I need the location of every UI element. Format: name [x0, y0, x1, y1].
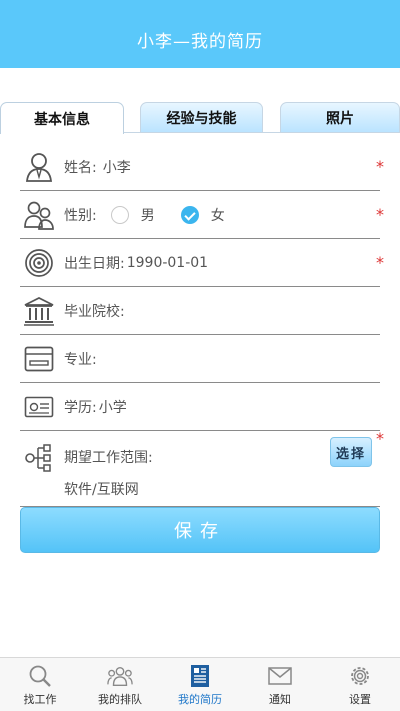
nav-find-job[interactable]: 找工作 — [0, 658, 80, 711]
bottom-nav: 找工作 我的排队 我的简历 通知 设置 — [0, 657, 400, 711]
name-value[interactable]: 小李 — [103, 157, 131, 177]
school-building-icon — [22, 294, 56, 328]
page-title: 小李—我的简历 — [137, 31, 263, 52]
nav-find-job-label: 找工作 — [23, 693, 57, 706]
gender-male-option[interactable]: 男 — [110, 205, 155, 225]
hierarchy-icon — [22, 441, 56, 475]
tab-photo[interactable]: 照片 — [280, 102, 400, 133]
nav-settings[interactable]: 设置 — [320, 658, 400, 711]
nav-my-resume-label: 我的简历 — [178, 693, 222, 706]
name-row[interactable]: 姓名: 小李 * — [20, 143, 384, 191]
save-button[interactable]: 保存 — [20, 507, 380, 553]
female-radio-checked[interactable] — [180, 205, 199, 224]
envelope-icon — [267, 664, 293, 688]
basic-info-form: 姓名: 小李 * 性别: 男 女 * 出生日期: 1990-01-01 * 毕业… — [20, 143, 384, 507]
nav-my-queue[interactable]: 我的排队 — [80, 658, 160, 711]
required-mark: * — [376, 205, 384, 224]
couple-icon — [22, 198, 56, 232]
male-radio[interactable] — [110, 205, 129, 224]
school-label: 毕业院校: — [64, 303, 125, 320]
gender-female-option[interactable]: 女 — [180, 205, 225, 225]
nav-my-queue-label: 我的排队 — [98, 693, 142, 706]
job-scope-label: 期望工作范围: — [64, 450, 153, 466]
birthday-label: 出生日期: — [64, 255, 125, 272]
tab-basic-info[interactable]: 基本信息 — [0, 102, 124, 134]
birthday-row[interactable]: 出生日期: 1990-01-01 * — [20, 239, 384, 287]
job-scope-row: 期望工作范围: 软件/互联网 选择 * — [20, 429, 384, 507]
education-value[interactable]: 小学 — [99, 397, 127, 417]
gender-label: 性别: — [64, 207, 97, 224]
certificate-icon — [22, 390, 56, 424]
name-label: 姓名: — [64, 159, 97, 176]
nav-settings-label: 设置 — [349, 693, 371, 706]
birthday-value[interactable]: 1990-01-01 — [127, 255, 208, 271]
select-button[interactable]: 选择 — [330, 437, 372, 467]
nav-notifications[interactable]: 通知 — [240, 658, 320, 711]
female-label: 女 — [210, 207, 225, 224]
tab-experience-skills[interactable]: 经验与技能 — [140, 102, 263, 133]
nav-my-resume[interactable]: 我的简历 — [160, 658, 240, 711]
required-mark: * — [376, 429, 384, 448]
education-label: 学历: — [64, 399, 97, 416]
target-icon — [22, 246, 56, 280]
gender-row: 性别: 男 女 * — [20, 191, 384, 239]
nav-notifications-label: 通知 — [269, 693, 291, 706]
resume-screen: 小李—我的简历 基本信息 经验与技能 照片 姓名: 小李 * 性别: 男 女 *… — [0, 0, 400, 711]
tab-divider — [124, 132, 400, 133]
education-row[interactable]: 学历: 小学 — [20, 383, 380, 431]
card-icon — [22, 342, 56, 376]
required-mark: * — [376, 253, 384, 272]
male-label: 男 — [140, 207, 155, 224]
header-bar: 小李—我的简历 — [0, 0, 400, 68]
gear-icon — [347, 664, 373, 688]
people-icon — [107, 664, 133, 688]
search-icon — [27, 664, 53, 688]
job-scope-value: 软件/互联网 — [64, 482, 139, 498]
required-mark: * — [376, 157, 384, 176]
school-row[interactable]: 毕业院校: — [20, 287, 380, 335]
tab-bar: 基本信息 经验与技能 照片 — [0, 102, 400, 134]
resume-icon — [187, 664, 213, 688]
major-label: 专业: — [64, 351, 97, 368]
major-row[interactable]: 专业: — [20, 335, 380, 383]
person-icon — [22, 150, 56, 184]
